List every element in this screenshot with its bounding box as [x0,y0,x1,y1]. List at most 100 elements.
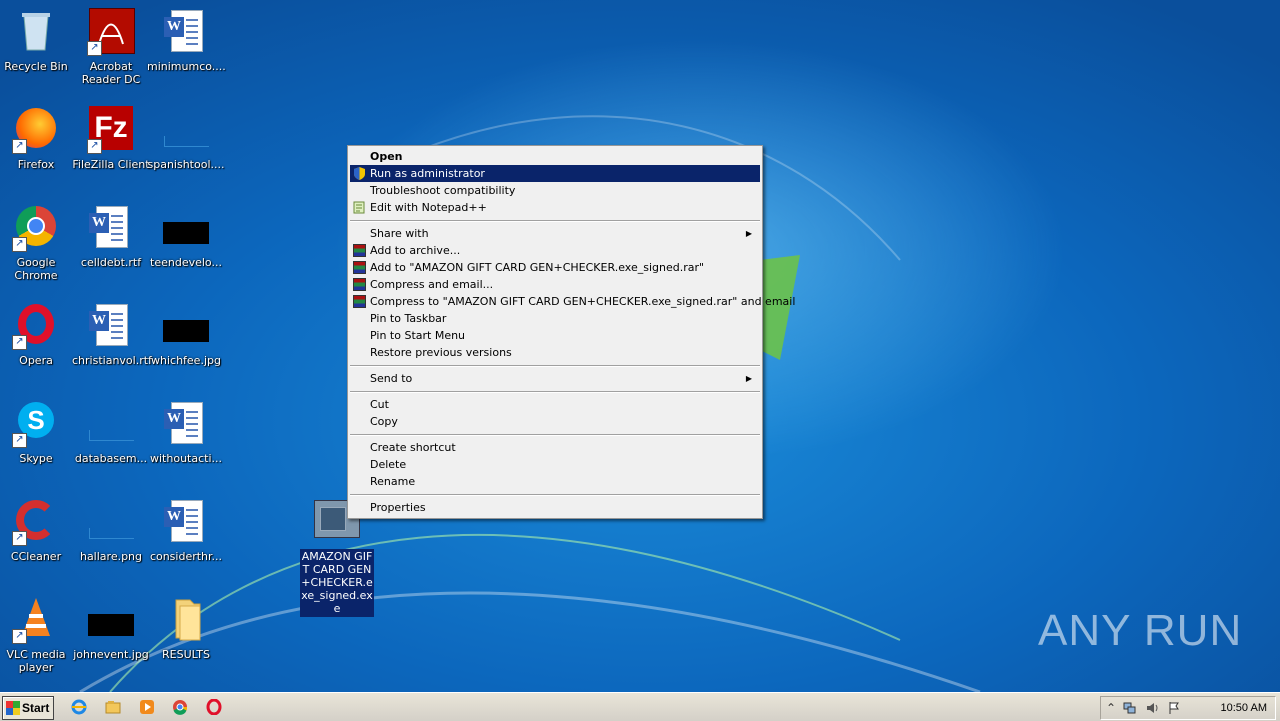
filezilla-shortcut[interactable]: Fz ↗ FileZilla Client [72,106,150,171]
menu-separator [350,365,760,367]
start-button[interactable]: Start [2,696,54,720]
action-center-flag-icon[interactable] [1167,701,1181,715]
desktop-icon-label: whichfee.jpg [151,354,221,367]
menu-item-restore-previous-versions[interactable]: Restore previous versions [350,344,760,361]
desktop-icon-label: hallare.png [79,550,143,563]
menu-item-label: Run as administrator [370,167,485,180]
desktop-icon-label: Skype [19,452,53,465]
desktop-icon-label: Recycle Bin [4,60,68,73]
file-icon-item[interactable]: teendevelo... [147,204,225,269]
menu-item-compress-to-rar-and-email[interactable]: Compress to "AMAZON GIFT CARD GEN+CHECKE… [350,293,795,310]
menu-item-label: Rename [370,475,416,488]
submenu-arrow-icon: ▶ [745,374,752,383]
word-document-icon: W [87,302,135,350]
menu-separator [350,434,760,436]
results-folder[interactable]: RESULTS [147,596,225,661]
windows-flag-icon [6,701,20,715]
file-icon-item[interactable]: spanishtool.... [147,106,225,171]
word-doc-icon-item[interactable]: W withoutacti... [147,400,225,465]
menu-item-label: Create shortcut [370,441,456,454]
menu-item-run-as-administrator[interactable]: Run as administrator [350,165,760,182]
desktop-icon-label: johnevent.jpg [73,648,149,661]
png-file-item[interactable]: hallare.png [72,498,150,563]
word-doc-icon-item[interactable]: W considerthr... [147,498,225,563]
opera-shortcut[interactable]: ↗ Opera [0,302,75,367]
menu-item-label: Compress to "AMAZON GIFT CARD GEN+CHECKE… [370,295,796,308]
vlc-cone-icon: ↗ [12,596,60,644]
selected-file-label: AMAZON GIFT CARD GEN+CHECKER.exe_signed.… [300,549,374,617]
folder-icon [162,596,210,644]
menu-item-pin-to-start-menu[interactable]: Pin to Start Menu [350,327,760,344]
submenu-arrow-icon: ▶ [745,229,752,238]
menu-item-add-to-archive[interactable]: Add to archive... [350,242,760,259]
taskbar: Start ⌃ 10:50 AM [0,692,1280,721]
menu-separator [350,220,760,222]
skype-shortcut[interactable]: S ↗ Skype [0,400,75,465]
menu-item-create-shortcut[interactable]: Create shortcut [350,439,760,456]
firefox-icon: ↗ [12,106,60,154]
menu-item-delete[interactable]: Delete [350,456,760,473]
desktop-icon-label: teendevelo... [150,256,222,269]
menu-item-label: Pin to Start Menu [370,329,466,342]
menu-item-troubleshoot-compatibility[interactable]: Troubleshoot compatibility [350,182,760,199]
explorer-folder-icon[interactable] [105,699,121,715]
network-icon[interactable] [1123,701,1137,715]
winrar-icon [353,261,366,274]
menu-item-send-to[interactable]: Send to ▶ [350,370,760,387]
recycle-bin-icon[interactable]: Recycle Bin [0,8,75,73]
desktop-icon-label: minimumco.... [147,60,226,73]
winrar-icon [353,278,366,291]
black-thumbnail-icon [87,596,135,644]
menu-separator [350,494,760,496]
volume-icon[interactable] [1145,701,1159,715]
file-icon-item[interactable]: databasem... [72,400,150,465]
menu-item-properties[interactable]: Properties [350,499,760,516]
taskbar-clock[interactable]: 10:50 AM [1221,697,1267,719]
show-hidden-icons-chevron[interactable]: ⌃ [1104,701,1118,715]
menu-item-share-with[interactable]: Share with ▶ [350,225,760,242]
menu-item-label: Cut [370,398,389,411]
menu-item-rename[interactable]: Rename [350,473,760,490]
rtf-doc-item[interactable]: W celldebt.rtf [72,204,150,269]
filezilla-icon: Fz ↗ [87,106,135,154]
desktop-icon-label: Opera [19,354,53,367]
menu-item-copy[interactable]: Copy [350,413,760,430]
menu-item-label: Properties [370,501,426,514]
blank-file-icon [87,498,135,546]
menu-item-open[interactable]: Open [350,148,760,165]
internet-explorer-icon[interactable] [71,699,87,715]
system-tray: ⌃ 10:50 AM [1100,696,1276,720]
vlc-shortcut[interactable]: ↗ VLC media player [0,596,75,674]
recycle-bin-icon [12,8,60,56]
menu-item-pin-to-taskbar[interactable]: Pin to Taskbar [350,310,760,327]
menu-item-edit-with-notepadpp[interactable]: Edit with Notepad++ [350,199,760,216]
word-doc-icon-item[interactable]: W minimumco.... [147,8,226,73]
notepadpp-icon [353,201,366,214]
desktop-icon-label: Acrobat Reader DC [81,60,141,86]
menu-item-label: Add to "AMAZON GIFT CARD GEN+CHECKER.exe… [370,261,705,274]
media-player-icon[interactable] [139,699,155,715]
menu-item-compress-and-email[interactable]: Compress and email... [350,276,760,293]
chrome-icon[interactable] [172,699,188,715]
rtf-doc-item[interactable]: W christianvol.rtf [72,302,152,367]
firefox-shortcut[interactable]: ↗ Firefox [0,106,75,171]
jpg-file-item[interactable]: whichfee.jpg [147,302,225,367]
menu-item-label: Copy [370,415,398,428]
chrome-icon: ↗ [12,204,60,252]
ccleaner-icon: ↗ [12,498,60,546]
opera-icon[interactable] [206,698,222,716]
black-thumbnail-icon [162,204,210,252]
menu-item-cut[interactable]: Cut [350,396,760,413]
uac-shield-icon [353,167,366,180]
acrobat-reader-shortcut[interactable]: ↗ Acrobat Reader DC [72,8,150,86]
anyrun-watermark: ANY RUN [1038,606,1243,655]
jpg-file-item[interactable]: johnevent.jpg [72,596,150,661]
start-label: Start [22,701,50,715]
ccleaner-shortcut[interactable]: ↗ CCleaner [0,498,75,563]
chrome-shortcut[interactable]: ↗ Google Chrome [0,204,75,282]
desktop-icon-label: CCleaner [10,550,62,563]
menu-item-add-to-rar[interactable]: Add to "AMAZON GIFT CARD GEN+CHECKER.exe… [350,259,760,276]
opera-icon: ↗ [12,302,60,350]
menu-item-label: Troubleshoot compatibility [370,184,516,197]
menu-item-label: Send to [370,372,413,385]
